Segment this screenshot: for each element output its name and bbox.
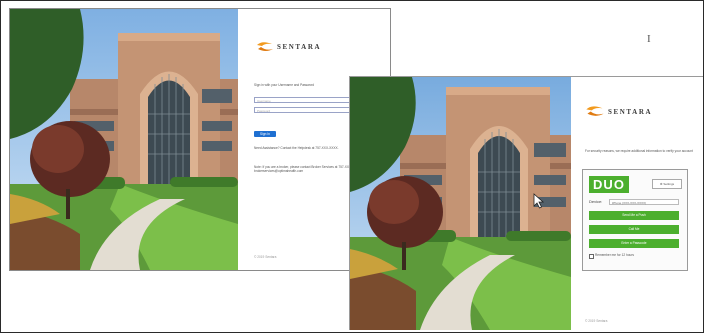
duo-frame: DUO ⚙ Settings Device: iPhone (XXX-XXX-X… [582,169,688,271]
sentara-logo: SENTARA [256,41,321,53]
sign-in-button[interactable]: Sign In [254,131,276,137]
device-select[interactable]: iPhone (XXX-XXX-XXXX) [609,199,679,205]
sentara-swoosh-icon [586,106,604,116]
brand-name: SENTARA [608,107,653,116]
send-push-button[interactable]: Send Me a Push [589,211,679,220]
enter-passcode-button[interactable]: Enter a Passcode [589,239,679,248]
sentara-logo: SENTARA [585,105,652,118]
duo-prompt: For security reasons, we require additio… [585,149,693,153]
sentara-swoosh-icon [257,42,273,51]
call-me-button[interactable]: Call Me [589,225,679,234]
remember-checkbox[interactable] [589,254,594,259]
duo-logo: DUO [589,176,629,193]
login-window: SENTARA Sign in with your Username and P… [9,8,391,271]
remember-label: Remember me for 12 hours [595,253,634,257]
brand-name: SENTARA [277,43,322,51]
duo-panel: SENTARA For security reasons, we require… [571,77,703,330]
text-cursor-icon: I [647,33,651,45]
device-label: Device: [589,199,603,204]
building-photo [10,9,238,270]
duo-window: SENTARA For security reasons, we require… [349,76,703,330]
login-footer: © 2019 Sentara [254,255,277,259]
password-input[interactable]: Password [254,107,362,113]
settings-button[interactable]: ⚙ Settings [652,179,682,189]
pointer-icon [533,193,545,209]
duo-footer: © 2019 Sentara [585,319,608,323]
username-input[interactable]: Username [254,97,362,103]
